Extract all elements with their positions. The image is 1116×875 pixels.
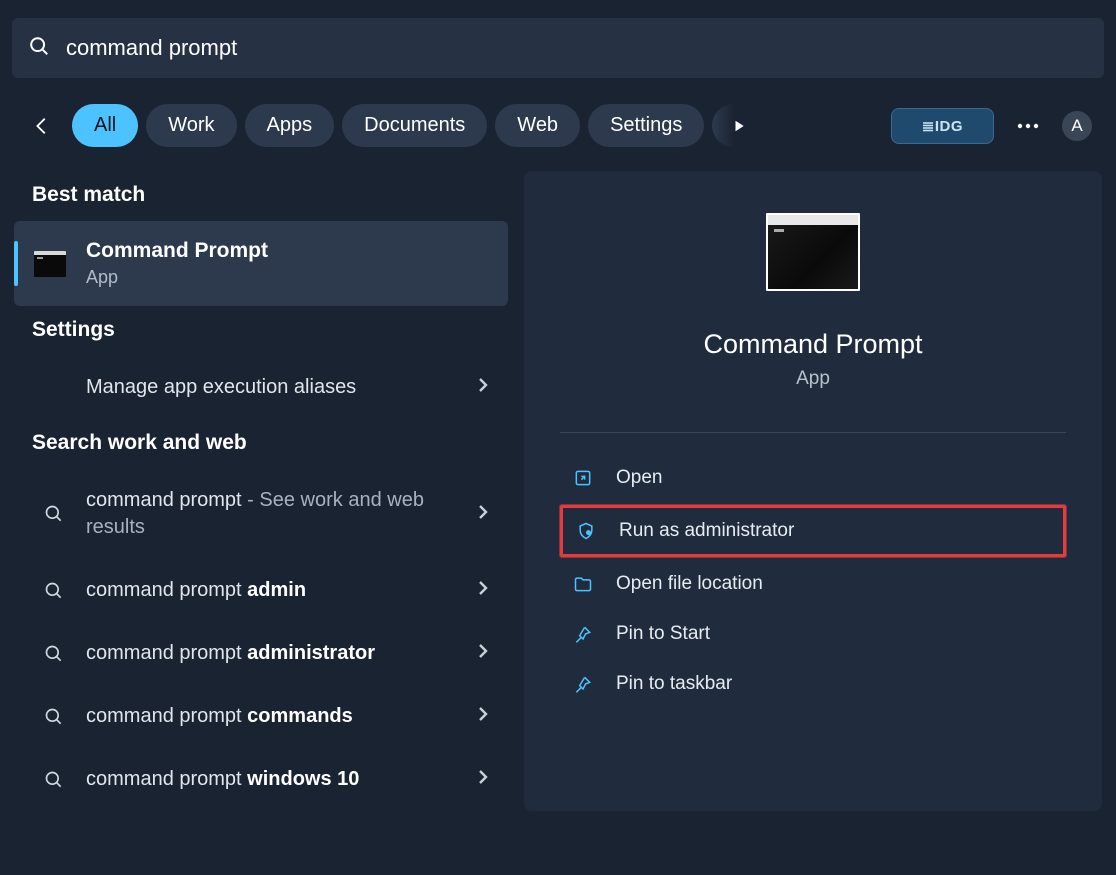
web-suggestion-text: command prompt commands	[86, 703, 456, 730]
best-match-title: Command Prompt	[86, 239, 268, 263]
action-label: Open file location	[616, 573, 763, 595]
search-icon	[44, 644, 64, 664]
chevron-right-icon	[478, 769, 488, 790]
filter-chip-web[interactable]: Web	[495, 104, 580, 147]
web-suggestion[interactable]: command prompt - See work and web result…	[14, 469, 508, 559]
search-bar[interactable]	[12, 18, 1104, 78]
filter-chip-work[interactable]: Work	[146, 104, 236, 147]
action-pin-to-taskbar[interactable]: Pin to taskbar	[560, 661, 1066, 707]
web-suggestion-text: command prompt administrator	[86, 640, 456, 667]
action-label: Open	[616, 467, 662, 489]
folder-icon	[572, 573, 594, 595]
action-run-as-administrator[interactable]: Run as administrator	[560, 505, 1066, 557]
open-external-icon	[572, 467, 594, 489]
preview-subtitle: App	[796, 368, 830, 390]
best-match-subtitle: App	[86, 267, 268, 288]
filter-chip-documents[interactable]: Documents	[342, 104, 487, 147]
best-match-item[interactable]: Command Prompt App	[14, 221, 508, 306]
chevron-right-icon	[478, 580, 488, 601]
web-suggestion[interactable]: command prompt admin	[14, 559, 508, 622]
filter-chip-apps[interactable]: Apps	[245, 104, 335, 147]
settings-item[interactable]: Manage app execution aliases	[14, 356, 508, 419]
web-work-heading: Search work and web	[14, 419, 508, 469]
divider	[560, 432, 1066, 433]
pin-icon	[572, 673, 594, 695]
preview-panel: Command Prompt App Open Run as administra…	[524, 171, 1102, 811]
settings-heading: Settings	[14, 306, 508, 356]
more-options-button[interactable]	[1012, 110, 1044, 142]
action-pin-to-start[interactable]: Pin to Start	[560, 611, 1066, 657]
filter-chip-settings[interactable]: Settings	[588, 104, 704, 147]
filter-chips: AllWorkAppsDocumentsWebSettingsPeople	[72, 104, 752, 147]
action-label: Run as administrator	[619, 520, 794, 542]
command-prompt-icon	[34, 251, 66, 277]
search-icon	[44, 504, 64, 524]
chevron-right-icon	[478, 706, 488, 727]
back-button[interactable]	[28, 112, 56, 140]
web-suggestion[interactable]: command prompt windows 10	[14, 748, 508, 811]
chevron-right-icon	[478, 377, 488, 398]
search-icon	[44, 581, 64, 601]
preview-actions: Open Run as administrator Open file locati…	[560, 455, 1066, 707]
user-avatar[interactable]: A	[1062, 111, 1092, 141]
search-icon	[28, 35, 66, 62]
chevron-right-icon	[478, 643, 488, 664]
settings-item-label: Manage app execution aliases	[86, 374, 456, 401]
results-panel: Best match Command Prompt App Settings M…	[14, 171, 508, 811]
filter-row: AllWorkAppsDocumentsWebSettingsPeople ≣I…	[0, 78, 1116, 147]
action-open[interactable]: Open	[560, 455, 1066, 501]
search-icon	[44, 770, 64, 790]
web-suggestion[interactable]: command prompt commands	[14, 685, 508, 748]
action-open-file-location[interactable]: Open file location	[560, 561, 1066, 607]
pin-icon	[572, 623, 594, 645]
web-suggestion[interactable]: command prompt administrator	[14, 622, 508, 685]
web-suggestion-text: command prompt windows 10	[86, 766, 456, 793]
web-suggestion-text: command prompt - See work and web result…	[86, 487, 456, 541]
web-suggestion-text: command prompt admin	[86, 577, 456, 604]
command-prompt-preview-icon	[766, 213, 860, 291]
shield-icon	[575, 520, 597, 542]
chevron-right-icon	[478, 504, 488, 525]
search-icon	[44, 707, 64, 727]
action-label: Pin to Start	[616, 623, 710, 645]
filter-chip-all[interactable]: All	[72, 104, 138, 147]
action-label: Pin to taskbar	[616, 673, 732, 695]
scroll-filters-button[interactable]	[712, 104, 752, 147]
preview-title: Command Prompt	[703, 329, 922, 360]
search-input[interactable]	[66, 35, 1088, 61]
organization-button[interactable]: ≣IDG	[891, 108, 994, 144]
best-match-heading: Best match	[14, 171, 508, 221]
